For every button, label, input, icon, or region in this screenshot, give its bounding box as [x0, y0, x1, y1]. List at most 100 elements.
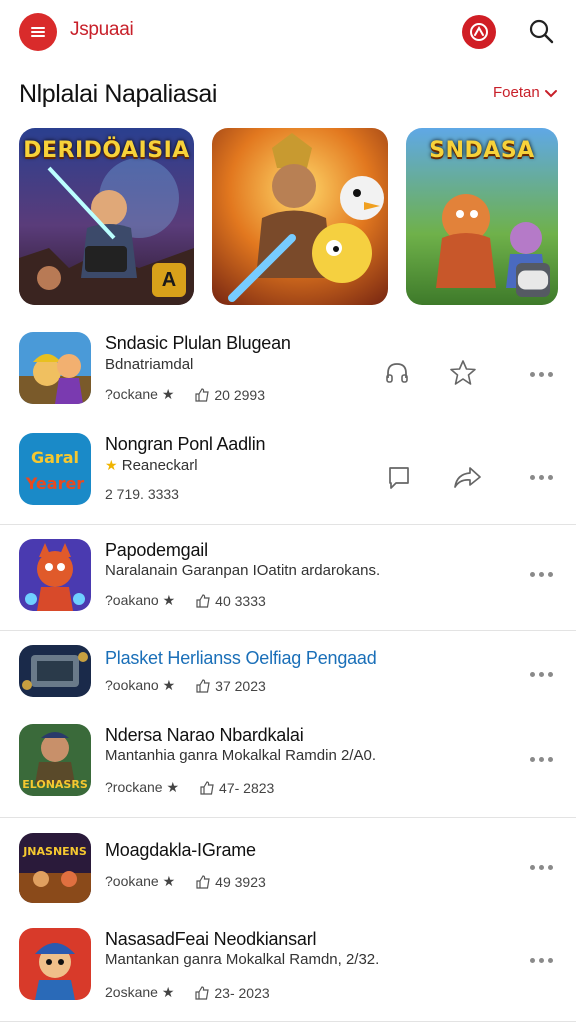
item-1-rating: ?ockane ★ — [105, 386, 175, 402]
search-icon — [529, 19, 554, 44]
item-4-more-button[interactable] — [524, 664, 558, 684]
chat-icon — [389, 467, 409, 489]
search-button[interactable] — [524, 14, 558, 48]
featured-card-3[interactable]: SNDASA — [406, 128, 558, 305]
thumbs-up-icon — [200, 780, 214, 795]
divider — [0, 817, 576, 818]
item-6-meta: ?ookane ★ 49 3923 — [105, 873, 266, 890]
section-see-all-link[interactable]: Foetan — [493, 84, 559, 101]
svg-text:JNASNENS: JNASNENS — [22, 845, 87, 858]
star-icon — [450, 360, 476, 385]
featured-artwork-2 — [212, 128, 388, 305]
thumbs-up-icon — [196, 593, 210, 608]
featured-card-2[interactable] — [212, 128, 388, 305]
item-6-thumbnail[interactable]: JNASNENS — [19, 833, 91, 903]
svg-text:Yearer: Yearer — [25, 474, 85, 493]
item-4-meta: ?ookano ★ 37 2023 — [105, 677, 266, 694]
divider — [0, 1021, 576, 1022]
item-7-title[interactable]: NasasadFeai Neodkiansarl — [105, 929, 317, 950]
item-2-subtitle: Reaneckarl — [121, 457, 198, 474]
divider — [0, 630, 576, 631]
item-6-rating: ?ookane ★ — [105, 873, 176, 889]
featured-card-1[interactable]: DERIDÖAISIA A — [19, 128, 194, 305]
item-4-title[interactable]: Plasket Herlianss Oelfiag Pengaad — [105, 648, 377, 669]
item-2-meta: 2 719. 3333 — [105, 486, 179, 502]
thumbs-up-icon — [196, 678, 210, 693]
item-4-likes: 37 2023 — [195, 678, 266, 694]
item-7-likes-value: 23- 2023 — [214, 984, 270, 1001]
item-6-likes-value: 49 3923 — [215, 873, 266, 890]
item-5-subtitle: Mantanhia ganra Mokalkal Ramdin 2/A0. — [105, 747, 376, 764]
item-2-rating: 2 719. 3333 — [105, 486, 179, 502]
item-7-more-button[interactable] — [524, 950, 558, 970]
item-1-listen-button[interactable] — [380, 356, 414, 390]
item-3-rating: ?oakano ★ — [105, 592, 176, 608]
item-5-likes: 47- 2823 — [199, 780, 274, 796]
svg-text:Garal: Garal — [31, 448, 79, 467]
item-3-title[interactable]: Papodemgail — [105, 540, 208, 561]
item-6-likes: 49 3923 — [195, 874, 266, 890]
item-2-more-button[interactable] — [524, 467, 558, 487]
item-3-likes-value: 40 3333 — [215, 592, 266, 609]
featured-badge-1: A — [152, 263, 186, 297]
item-5-more-button[interactable] — [524, 749, 558, 769]
item-1-meta: ?ockane ★ 20 2993 — [105, 386, 265, 403]
item-7-rating: 2oskane ★ — [105, 984, 175, 1000]
item-3-meta: ?oakano ★ 40 3333 — [105, 592, 266, 609]
item-7-thumbnail[interactable] — [19, 928, 91, 1000]
profile-icon — [470, 23, 488, 41]
item-5-title[interactable]: Ndersa Narao Nbardkalai — [105, 725, 304, 746]
svg-text:ELONASRS: ELONASRS — [22, 778, 88, 791]
divider — [0, 524, 576, 525]
menu-button[interactable] — [19, 13, 57, 51]
item-7-artwork — [19, 928, 91, 1000]
item-3-more-button[interactable] — [524, 564, 558, 584]
star-icon: ★ — [105, 457, 118, 473]
item-5-rating: ?rockane ★ — [105, 779, 180, 795]
item-1-likes-value: 20 2993 — [214, 386, 265, 403]
item-7-meta: 2oskane ★ 23- 2023 — [105, 984, 270, 1001]
featured-title-1: DERIDÖAISIA — [23, 138, 190, 163]
thumbs-up-icon — [195, 985, 210, 1000]
item-1-more-button[interactable] — [524, 364, 558, 384]
item-7-likes: 23- 2023 — [194, 984, 270, 1001]
featured-badge-3 — [516, 263, 550, 297]
item-5-thumbnail[interactable]: ELONASRS — [19, 724, 91, 796]
item-3-subtitle: Naralanain Garanpan IOatitn ardarokans. — [105, 562, 381, 579]
item-2-share-button[interactable] — [450, 461, 484, 495]
item-4-thumbnail[interactable] — [19, 645, 91, 697]
item-6-title[interactable]: Moagdakla-IGrame — [105, 840, 256, 861]
item-1-thumbnail[interactable] — [19, 332, 91, 404]
chevron-down-icon — [544, 89, 557, 97]
item-3-likes: 40 3333 — [195, 593, 266, 609]
item-2-comment-button[interactable] — [382, 461, 416, 495]
item-4-artwork — [19, 645, 91, 697]
thumbs-up-icon — [195, 387, 210, 402]
item-2-thumbnail[interactable]: Garal Yearer — [19, 433, 91, 505]
item-5-artwork: ELONASRS — [19, 724, 91, 796]
item-2-artwork: Garal Yearer — [19, 433, 91, 505]
video-icon — [517, 270, 549, 290]
item-1-favorite-button[interactable] — [446, 356, 480, 390]
item-1-artwork — [19, 332, 91, 404]
item-6-more-button[interactable] — [524, 857, 558, 877]
item-5-meta: ?rockane ★ 47- 2823 — [105, 779, 274, 796]
item-3-artwork — [19, 539, 91, 611]
item-4-likes-value: 37 2023 — [215, 677, 266, 694]
headphones-icon — [386, 363, 408, 383]
item-3-thumbnail[interactable] — [19, 539, 91, 611]
top-app-bar: Jspuaai — [0, 0, 576, 64]
item-2-title[interactable]: Nongran Ponl Aadlin — [105, 434, 266, 455]
item-7-subtitle: Mantankan ganra Mokalkal Ramdn, 2/32. — [105, 951, 380, 968]
item-1-likes: 20 2993 — [194, 387, 265, 403]
item-5-likes-value: 47- 2823 — [219, 779, 275, 796]
item-1-title[interactable]: Sndasic Plulan Blugean — [105, 333, 291, 354]
item-4-rating: ?ookano ★ — [105, 677, 176, 693]
section-action-label: Foetan — [493, 84, 540, 101]
item-1-subtitle: Bdnatriamdal — [105, 356, 194, 373]
featured-title-3: SNDASA — [429, 138, 535, 163]
item-2-subtitle-row: ★ Reaneckarl — [105, 457, 198, 474]
menu-icon — [31, 27, 45, 37]
profile-button[interactable] — [462, 15, 496, 49]
section-title: Nlplalai Napaliasai — [19, 80, 218, 108]
